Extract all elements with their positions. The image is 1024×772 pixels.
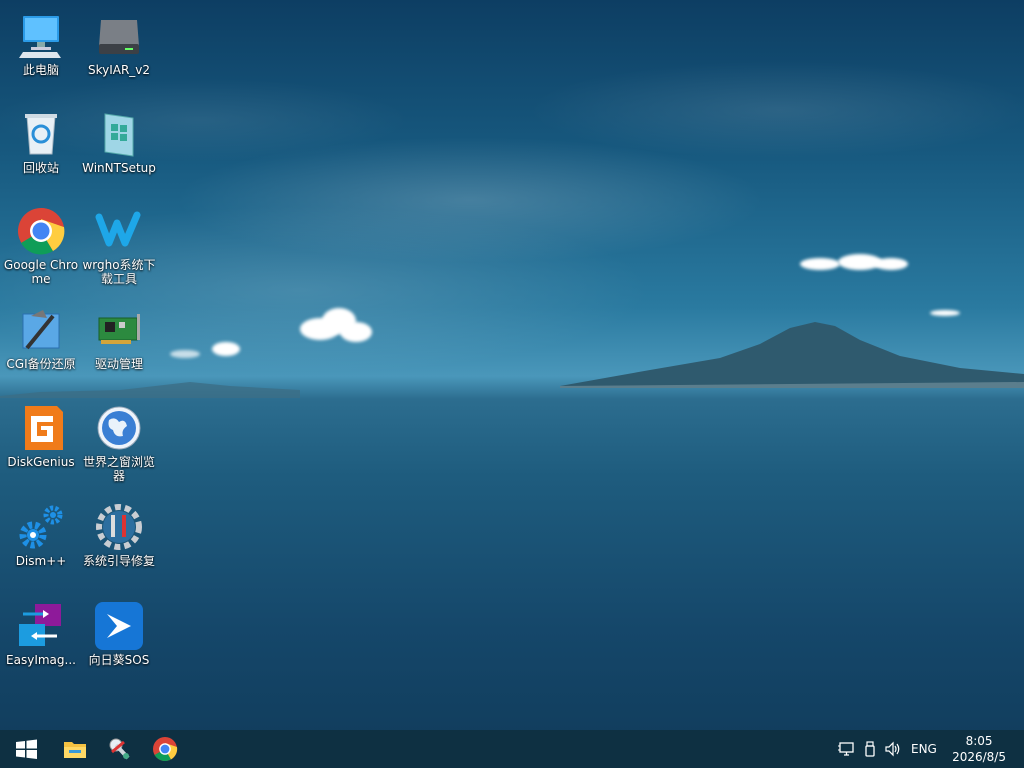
- distant-shore: [0, 382, 300, 398]
- desktop-icon-recycle-bin[interactable]: 回收站: [1, 110, 81, 175]
- desktop-icon-diskgenius[interactable]: DiskGenius: [1, 404, 81, 469]
- chrome-icon: [17, 207, 65, 255]
- diskgenius-icon: [17, 404, 65, 452]
- language-indicator[interactable]: ENG: [911, 742, 937, 756]
- icon-label: 此电脑: [22, 63, 59, 77]
- icon-label: SkyIAR_v2: [87, 63, 151, 77]
- start-icon: [16, 739, 37, 759]
- icon-label: 向日葵SOS: [88, 653, 150, 667]
- recycle-bin-icon: [17, 110, 65, 158]
- easyimage-icon: [17, 602, 65, 650]
- tool-icon: [109, 738, 130, 760]
- desktop-icon-easyimage[interactable]: EasyImag...: [1, 602, 81, 667]
- clock-date: 2026/8/5: [952, 750, 1006, 764]
- desktop-wallpaper[interactable]: 此电脑 SkyIAR_v2 回收站 WinNTSetup Google Chro…: [0, 0, 1024, 768]
- desktop-icon-sunflower-sos[interactable]: 向日葵SOS: [79, 602, 159, 667]
- computer-icon: [17, 12, 65, 60]
- desktop-icon-world-browser[interactable]: 世界之窗浏览器: [79, 404, 159, 483]
- network-icon[interactable]: [838, 740, 856, 758]
- desktop-icon-driver-manager[interactable]: 驱动管理: [79, 306, 159, 371]
- desktop-icon-google-chrome[interactable]: Google Chrome: [1, 207, 81, 286]
- icon-label: 世界之窗浏览器: [82, 455, 155, 483]
- icon-label: wrgho系统下载工具: [82, 258, 156, 286]
- icon-label: CGI备份还原: [6, 357, 76, 371]
- mountain: [560, 322, 1024, 388]
- chrome-icon: [153, 737, 178, 762]
- icon-label: 回收站: [22, 161, 59, 175]
- desktop-icon-dism[interactable]: Dism++: [1, 503, 81, 568]
- taskbar: ENG 8:05 2026/8/5: [0, 730, 1024, 768]
- gears-icon: [17, 503, 65, 551]
- desktop-icon-boot-repair[interactable]: 系统引导修复: [79, 503, 159, 568]
- winntsetup-icon: [95, 110, 143, 158]
- icon-label: Google Chrome: [3, 258, 79, 286]
- icon-label: 系统引导修复: [82, 554, 155, 568]
- desktop-icon-winntsetup[interactable]: WinNTSetup: [79, 110, 159, 175]
- icon-label: WinNTSetup: [82, 161, 156, 175]
- icon-label: DiskGenius: [7, 455, 75, 469]
- driver-card-icon: [95, 306, 143, 354]
- drive-icon: [95, 12, 143, 60]
- repair-gear-icon: [95, 503, 143, 551]
- globe-browser-icon: [95, 404, 143, 452]
- usb-drive-icon[interactable]: [861, 740, 879, 758]
- icon-label: EasyImag...: [6, 653, 76, 667]
- start-button[interactable]: [4, 730, 48, 768]
- icon-label: 驱动管理: [94, 357, 143, 371]
- file-explorer-icon: [64, 742, 86, 758]
- taskbar-tool[interactable]: [98, 730, 142, 768]
- desktop-icon-wrgho[interactable]: wrgho系统下载工具: [79, 207, 159, 286]
- clock-time: 8:05: [965, 734, 993, 748]
- desktop-icon-this-pc[interactable]: 此电脑: [1, 12, 81, 77]
- sunflower-sos-icon: [95, 602, 143, 650]
- wrgho-icon: [95, 207, 143, 255]
- cgi-icon: [17, 306, 65, 354]
- taskbar-chrome[interactable]: [143, 730, 187, 768]
- desktop-icon-skyiar[interactable]: SkyIAR_v2: [79, 12, 159, 77]
- volume-icon[interactable]: [884, 740, 902, 758]
- desktop-icon-cgi[interactable]: CGI备份还原: [1, 306, 81, 371]
- taskbar-file-explorer[interactable]: [53, 730, 97, 768]
- icon-label: Dism++: [15, 554, 67, 568]
- clock[interactable]: 8:05 2026/8/5: [952, 733, 1006, 765]
